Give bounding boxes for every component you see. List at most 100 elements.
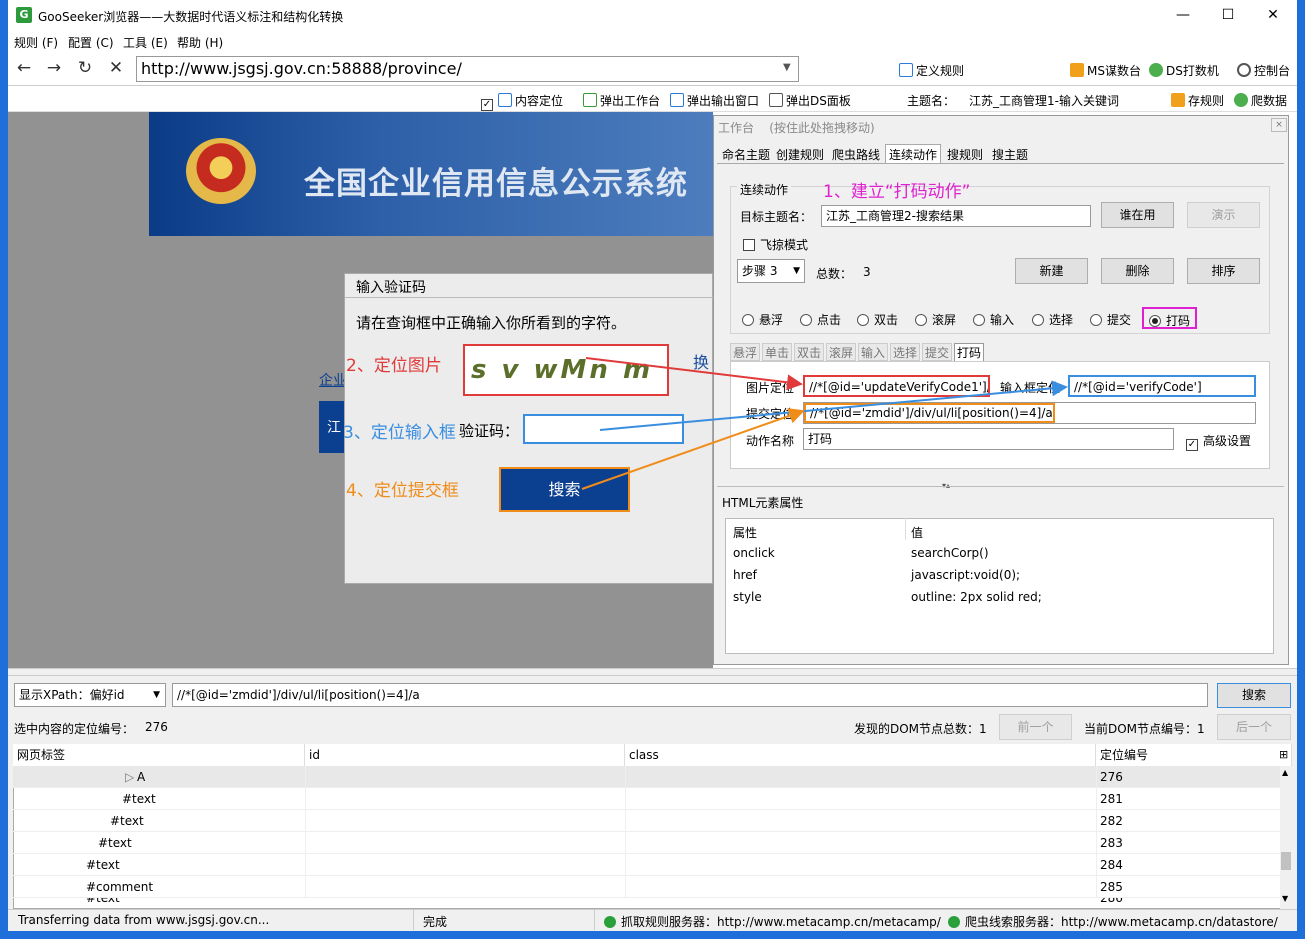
tab-search-theme[interactable]: 搜主题: [988, 144, 1032, 164]
side-link[interactable]: 企业: [319, 370, 347, 390]
column-chooser-icon[interactable]: ⊞: [1279, 748, 1288, 761]
demo-button[interactable]: 演示: [1187, 202, 1260, 228]
popup-workbench-button[interactable]: 弹出工作台: [583, 92, 660, 109]
menu-rules[interactable]: 规则 (F): [14, 34, 58, 51]
forward-icon[interactable]: →: [44, 58, 64, 78]
refresh-captcha-link[interactable]: 换: [693, 349, 709, 373]
radio-hover-circle[interactable]: [742, 314, 754, 326]
console-button[interactable]: 控制台: [1237, 62, 1290, 79]
save-rule-button[interactable]: 存规则: [1171, 92, 1224, 109]
advanced-settings-toggle[interactable]: ✓ 高级设置: [1186, 432, 1251, 451]
who-uses-button[interactable]: 谁在用: [1101, 202, 1174, 228]
radio-submit[interactable]: 提交: [1090, 311, 1131, 328]
menu-tools[interactable]: 工具 (E): [123, 34, 168, 51]
expand-icon[interactable]: ▷: [125, 766, 134, 788]
grid-scrollbar[interactable]: ▲ ▼: [1280, 766, 1292, 909]
address-dropdown-icon[interactable]: ▼: [783, 58, 797, 78]
action-name-input[interactable]: 打码: [803, 428, 1174, 450]
radio-captcha-circle[interactable]: [1149, 315, 1161, 327]
subtab-scroll[interactable]: 滚屏: [826, 343, 857, 361]
captcha-input[interactable]: [523, 414, 684, 444]
scroll-thumb[interactable]: [1281, 852, 1291, 870]
radio-submit-circle[interactable]: [1090, 314, 1102, 326]
tab-crawler-route[interactable]: 爬虫路线: [828, 144, 884, 164]
image-locate-input[interactable]: //*[@id='updateVerifyCode1']/: [803, 375, 990, 397]
radio-scroll[interactable]: 滚屏: [915, 311, 956, 328]
maximize-button[interactable]: ☐: [1206, 0, 1250, 30]
radio-select[interactable]: 选择: [1032, 311, 1073, 328]
subtab-submit[interactable]: 提交: [922, 343, 953, 361]
address-bar[interactable]: http://www.jsgsj.gov.cn:58888/province/: [136, 56, 799, 82]
table-row[interactable]: #text 284: [13, 854, 1280, 876]
content-locate-toggle[interactable]: ✓ 内容定位: [481, 92, 563, 111]
fly-mode-toggle[interactable]: 飞掠模式: [743, 236, 808, 253]
horizontal-splitter[interactable]: [8, 668, 1297, 676]
workbench-title[interactable]: 工作台 (按住此处拖拽移动): [718, 119, 875, 136]
subtab-select[interactable]: 选择: [890, 343, 921, 361]
tab-create-rule[interactable]: 创建规则: [772, 144, 828, 164]
radio-double-click[interactable]: 双击: [857, 311, 898, 328]
fly-mode-checkbox[interactable]: [743, 239, 755, 251]
step-select[interactable]: 步骤 3 ▼: [737, 259, 805, 283]
table-row[interactable]: #text 281: [13, 788, 1280, 810]
col-header-id[interactable]: id: [305, 744, 625, 766]
stop-icon[interactable]: ✕: [106, 58, 126, 78]
new-button[interactable]: 新建: [1015, 258, 1088, 284]
content-locate-checkbox[interactable]: ✓: [481, 99, 493, 111]
scroll-up-icon[interactable]: ▲: [1282, 768, 1288, 777]
define-rule-button[interactable]: 定义规则: [899, 62, 964, 79]
minimize-button[interactable]: —: [1161, 0, 1205, 30]
sort-button[interactable]: 排序: [1187, 258, 1260, 284]
ds-button[interactable]: DS打数机: [1149, 62, 1219, 79]
radio-select-circle[interactable]: [1032, 314, 1044, 326]
row-tag: #text: [110, 814, 144, 828]
crawl-data-button[interactable]: 爬数据: [1234, 92, 1287, 109]
scroll-down-icon[interactable]: ▼: [1282, 894, 1288, 903]
reload-icon[interactable]: ↻: [75, 58, 95, 78]
popup-output-button[interactable]: 弹出输出窗口: [670, 92, 759, 109]
tab-name-theme[interactable]: 命名主题: [718, 144, 774, 164]
col-header-class[interactable]: class: [625, 744, 1096, 766]
workbench-close-icon[interactable]: ×: [1271, 118, 1287, 132]
input-locate-input[interactable]: //*[@id='verifyCode']: [1068, 375, 1256, 397]
table-row[interactable]: ▷ A 276: [13, 766, 1280, 788]
xpath-search-button[interactable]: 搜索: [1217, 683, 1291, 708]
close-button[interactable]: ✕: [1251, 0, 1295, 30]
radio-scroll-circle[interactable]: [915, 314, 927, 326]
captcha-image[interactable]: s v wMn m: [463, 344, 669, 396]
popup-ds-button[interactable]: 弹出DS面板: [769, 92, 851, 109]
xpath-mode-select[interactable]: 显示XPath：偏好id ▼: [14, 683, 166, 707]
subtab-captcha[interactable]: 打码: [954, 343, 985, 362]
col-header-locate-num[interactable]: 定位编号: [1096, 744, 1292, 766]
advanced-settings-checkbox[interactable]: ✓: [1186, 439, 1198, 451]
table-row[interactable]: #text 286: [13, 898, 1280, 909]
back-icon[interactable]: ←: [14, 58, 34, 78]
tab-search-rule[interactable]: 搜规则: [943, 144, 987, 164]
menu-help[interactable]: 帮助 (H): [177, 34, 223, 51]
table-row[interactable]: #text 283: [13, 832, 1280, 854]
radio-input-circle[interactable]: [973, 314, 985, 326]
col-header-tag[interactable]: 网页标签: [13, 744, 305, 766]
radio-hover[interactable]: 悬浮: [742, 311, 783, 328]
radio-click[interactable]: 点击: [800, 311, 841, 328]
captcha-search-button[interactable]: 搜索: [499, 467, 630, 512]
radio-click-circle[interactable]: [800, 314, 812, 326]
ms-button[interactable]: MS谋数台: [1070, 62, 1141, 79]
radio-captcha[interactable]: 打码: [1142, 307, 1198, 329]
subtab-click[interactable]: 单击: [762, 343, 793, 361]
subtab-double-click[interactable]: 双击: [794, 343, 825, 361]
menu-config[interactable]: 配置 (C): [68, 34, 114, 51]
submit-locate-input[interactable]: //*[@id='zmdid']/div/ul/li[position()=4]…: [803, 402, 1256, 424]
tab-continuous-action[interactable]: 连续动作: [885, 144, 942, 164]
subtab-hover[interactable]: 悬浮: [730, 343, 761, 361]
prev-button[interactable]: 前一个: [999, 714, 1072, 740]
table-row[interactable]: #text 282: [13, 810, 1280, 832]
table-row[interactable]: #comment 285: [13, 876, 1280, 898]
target-theme-input[interactable]: 江苏_工商管理2-搜索结果: [821, 205, 1091, 227]
xpath-input[interactable]: //*[@id='zmdid']/div/ul/li[position()=4]…: [172, 683, 1208, 707]
radio-double-click-circle[interactable]: [857, 314, 869, 326]
radio-input[interactable]: 输入: [973, 311, 1014, 328]
subtab-input[interactable]: 输入: [858, 343, 889, 361]
next-button[interactable]: 后一个: [1217, 714, 1291, 740]
delete-button[interactable]: 删除: [1101, 258, 1174, 284]
